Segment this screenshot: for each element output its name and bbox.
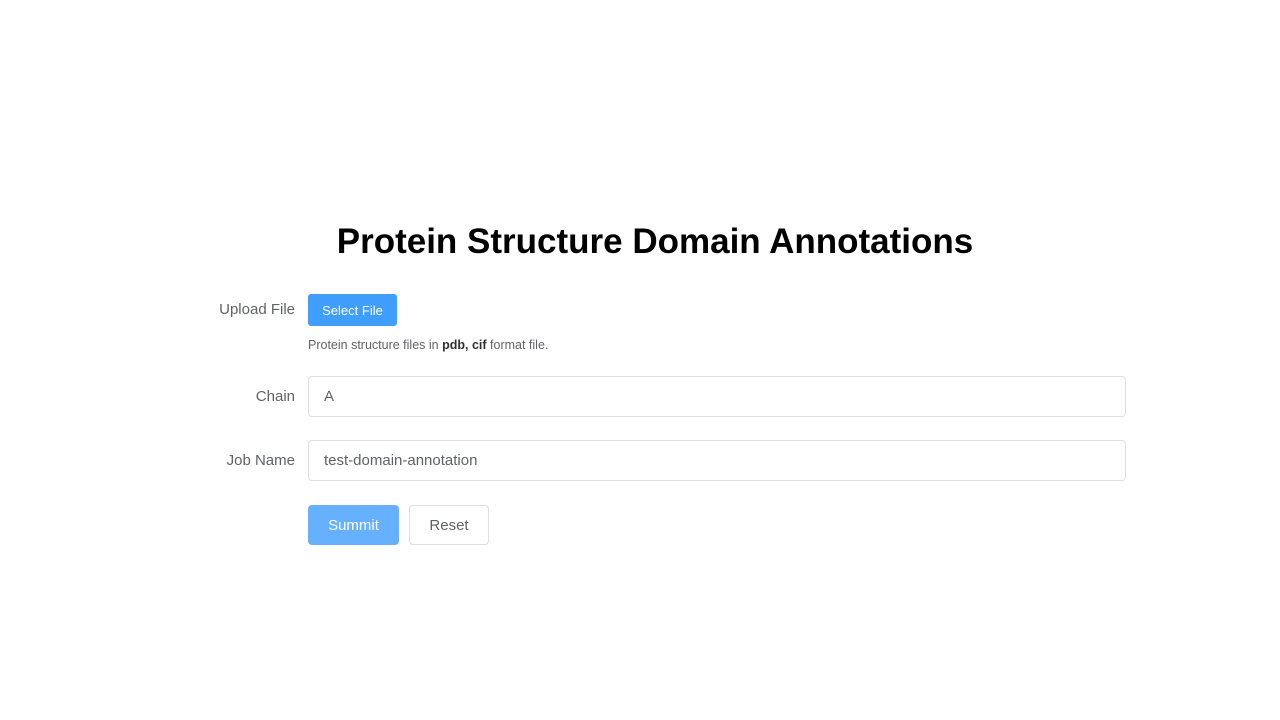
submit-button[interactable]: Summit: [308, 505, 399, 545]
upload-file-label: Upload File: [219, 301, 295, 318]
select-file-button[interactable]: Select File: [308, 294, 397, 326]
chain-label: Chain: [255, 388, 295, 405]
chain-input[interactable]: [308, 376, 1126, 417]
job-name-input[interactable]: [308, 440, 1126, 481]
upload-hint-prefix: Protein structure files in: [308, 338, 443, 352]
annotation-form: Upload File Select File Protein structur…: [0, 0, 1280, 720]
page: Protein Structure Domain Annotations Upl…: [0, 0, 1280, 720]
upload-hint: Protein structure files in pdb, cif form…: [308, 338, 548, 352]
reset-button[interactable]: Reset: [409, 505, 489, 545]
job-name-label: Job Name: [226, 452, 295, 469]
upload-hint-formats: pdb, cif: [442, 338, 487, 352]
upload-hint-suffix: format file.: [486, 338, 549, 352]
